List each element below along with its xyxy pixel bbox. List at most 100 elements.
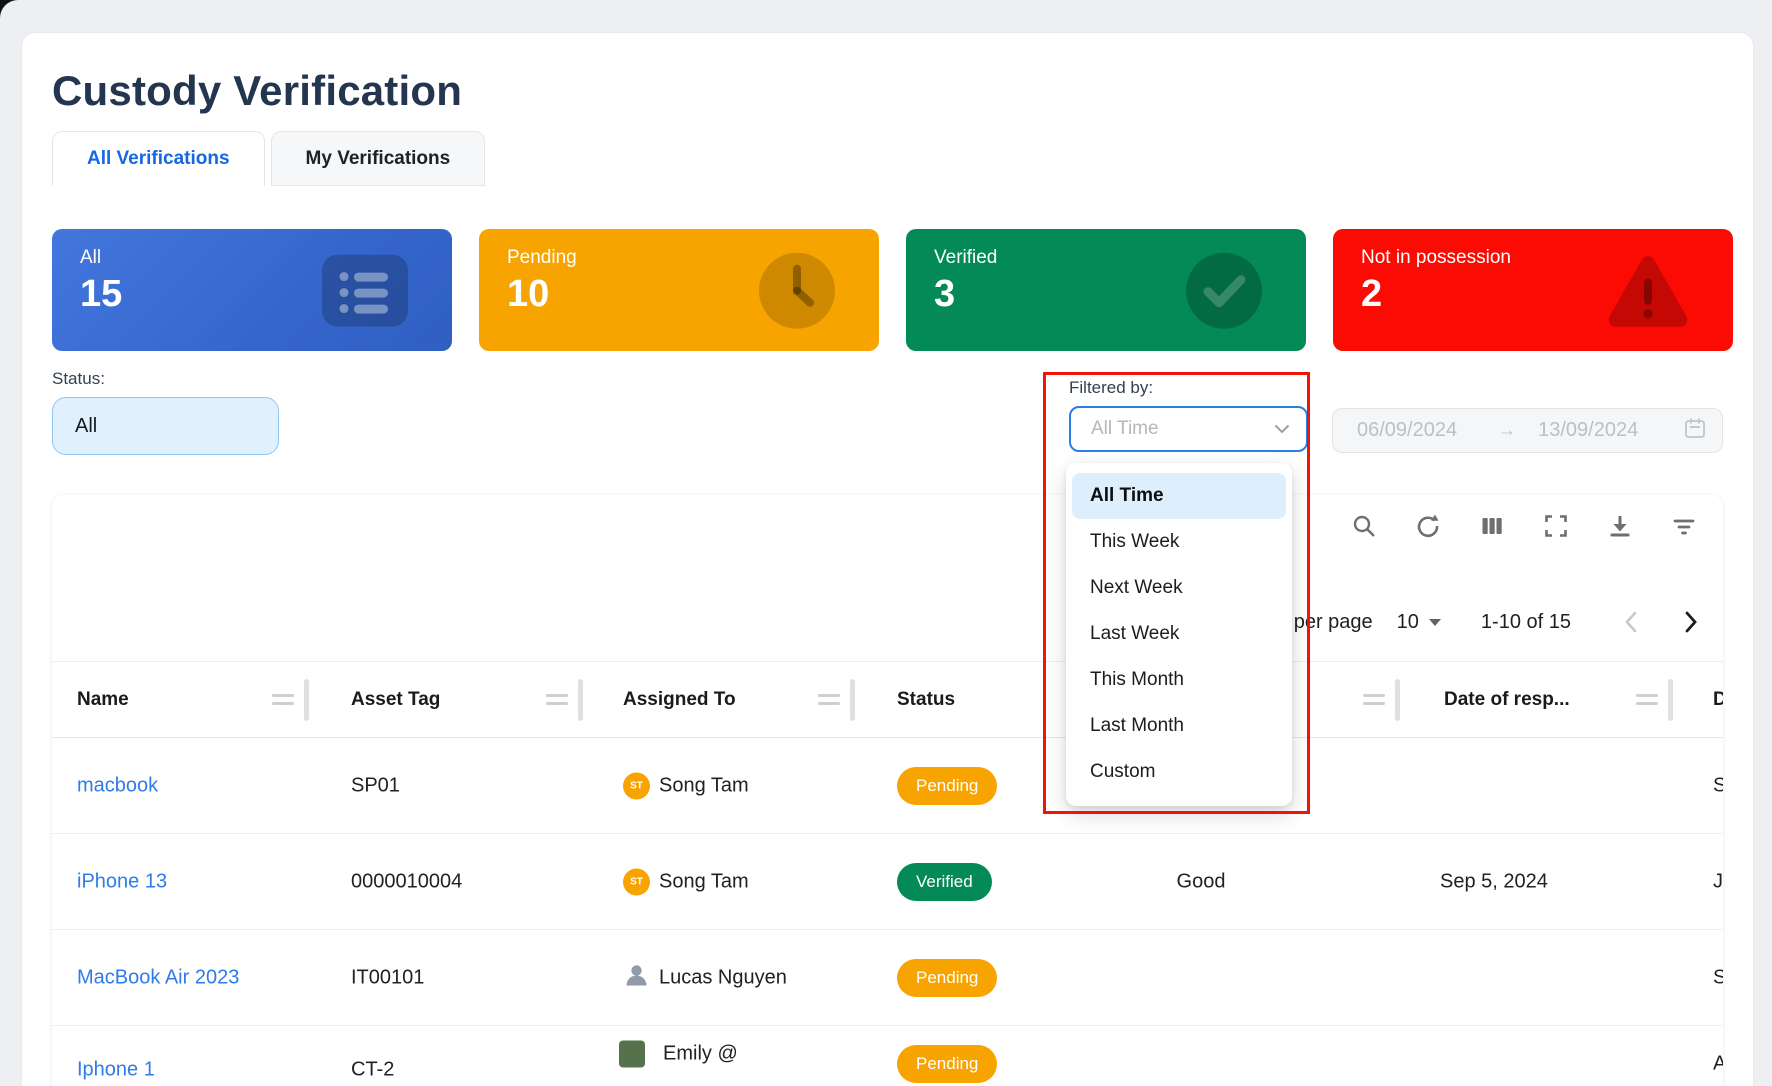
status-filter-label: Status:: [52, 369, 279, 389]
condition-cell: Good: [1141, 870, 1261, 893]
filtered-by-group: Filtered by: All Time: [1069, 378, 1308, 452]
asset-name-link[interactable]: macbook: [77, 774, 158, 797]
app-page: Custody Verification All Verifications M…: [0, 0, 1772, 1086]
status-select-value: All: [75, 415, 97, 438]
menu-item-this-week[interactable]: This Week: [1066, 519, 1292, 565]
caret-down-icon: [1429, 619, 1441, 626]
next-page-chevron[interactable]: [1683, 610, 1699, 634]
calendar-icon: [1684, 417, 1706, 445]
asset-tag-cell: IT00101: [351, 966, 424, 989]
column-resize-handle[interactable]: [272, 679, 309, 721]
assigned-to-cell: Song Tam: [659, 870, 749, 893]
avatar-photo: [619, 1041, 645, 1068]
menu-item-last-month[interactable]: Last Month: [1066, 703, 1292, 749]
status-select[interactable]: All: [52, 397, 279, 455]
right-arrow-icon: →: [1497, 420, 1516, 442]
assigned-to-cell: Lucas Nguyen: [659, 966, 787, 989]
clipped-cell: S: [1713, 774, 1723, 797]
column-header-status: Status: [897, 689, 955, 711]
asset-tag-cell: 0000010004: [351, 870, 462, 893]
stat-card-label: All: [80, 247, 101, 269]
date-of-resp-cell: Sep 5, 2024: [1440, 870, 1548, 893]
search-icon[interactable]: [1351, 513, 1377, 539]
filtered-by-select-value: All Time: [1091, 418, 1159, 440]
pagination-bar: Rows per page 10 1-10 of 15: [1238, 597, 1699, 647]
menu-item-this-month[interactable]: This Month: [1066, 657, 1292, 703]
stat-card-pending[interactable]: Pending 10: [479, 229, 879, 351]
status-badge: Pending: [897, 767, 997, 805]
column-header-assigned-to: Assigned To: [623, 689, 736, 711]
avatar: ST: [623, 772, 650, 799]
filter-icon[interactable]: [1671, 513, 1697, 539]
date-start-value: 06/09/2024: [1357, 419, 1457, 442]
page-size-select[interactable]: 10: [1397, 611, 1441, 634]
stat-card-value: 10: [507, 273, 549, 316]
clipped-cell: J: [1713, 870, 1723, 893]
clipped-cell: A: [1713, 1053, 1723, 1076]
column-resize-handle[interactable]: [1636, 679, 1673, 721]
assigned-to-cell: Emily @: [663, 1043, 738, 1066]
status-badge: Verified: [897, 863, 992, 901]
tab-my-verifications[interactable]: My Verifications: [271, 131, 486, 186]
column-header-name: Name: [77, 689, 129, 711]
asset-tag-cell: CT-2: [351, 1059, 394, 1082]
menu-item-next-week[interactable]: Next Week: [1066, 565, 1292, 611]
refresh-icon[interactable]: [1415, 513, 1441, 539]
assigned-to-cell: Song Tam: [659, 774, 749, 797]
asset-name-link[interactable]: Iphone 1: [77, 1059, 155, 1082]
chevron-down-icon: [1274, 418, 1290, 440]
person-icon: [623, 961, 650, 994]
filtered-by-select[interactable]: All Time: [1069, 406, 1308, 452]
column-header-date-of-resp: Date of resp...: [1444, 689, 1570, 711]
status-badge: Pending: [897, 959, 997, 997]
asset-tag-cell: SP01: [351, 774, 400, 797]
stat-card-verified[interactable]: Verified 3: [906, 229, 1306, 351]
filtered-by-dropdown-menu: All Time This Week Next Week Last Week T…: [1066, 463, 1292, 806]
tab-label: All Verifications: [87, 148, 230, 170]
stat-card-value: 3: [934, 273, 955, 316]
asset-name-link[interactable]: MacBook Air 2023: [77, 966, 239, 989]
verifications-table-card: Rows per page 10 1-10 of 15 Name Asset T…: [52, 495, 1723, 1086]
column-header-clipped: D: [1713, 689, 1723, 711]
column-resize-handle[interactable]: [1363, 679, 1400, 721]
check-circle-icon: [1186, 253, 1262, 334]
page-title: Custody Verification: [52, 67, 462, 115]
column-resize-handle[interactable]: [546, 679, 583, 721]
date-range-input[interactable]: 06/09/2024 → 13/09/2024: [1332, 408, 1723, 453]
stat-card-not-in-possession[interactable]: Not in possession 2: [1333, 229, 1733, 351]
clock-icon: [759, 253, 835, 334]
previous-page-chevron[interactable]: [1623, 610, 1639, 634]
column-header-asset-tag: Asset Tag: [351, 689, 440, 711]
download-icon[interactable]: [1607, 513, 1633, 539]
clipped-cell: S: [1713, 966, 1723, 989]
list-icon: [322, 255, 408, 332]
table-row: iPhone 13 0000010004 ST Song Tam Verifie…: [52, 834, 1723, 930]
tab-label: My Verifications: [306, 148, 451, 170]
table-toolbar: [1351, 513, 1697, 539]
table-header: Name Asset Tag Assigned To Status Date o…: [52, 661, 1723, 738]
columns-icon[interactable]: [1479, 513, 1505, 539]
table-row: macbook SP01 ST Song Tam Pending S: [52, 738, 1723, 834]
menu-item-last-week[interactable]: Last Week: [1066, 611, 1292, 657]
warning-triangle-icon: [1607, 254, 1689, 333]
column-resize-handle[interactable]: [818, 679, 855, 721]
asset-name-link[interactable]: iPhone 13: [77, 870, 167, 893]
stat-card-label: Pending: [507, 247, 577, 269]
menu-item-all-time[interactable]: All Time: [1072, 473, 1286, 519]
menu-item-custom[interactable]: Custom: [1066, 749, 1292, 795]
filtered-by-label: Filtered by:: [1069, 378, 1308, 398]
stat-card-label: Not in possession: [1361, 247, 1511, 269]
stat-card-value: 15: [80, 273, 122, 316]
table-row: Iphone 1 CT-2 Emily @ Pending A: [52, 1026, 1723, 1086]
fullscreen-icon[interactable]: [1543, 513, 1569, 539]
stat-card-all[interactable]: All 15: [52, 229, 452, 351]
page-size-value: 10: [1397, 611, 1419, 634]
table-row: MacBook Air 2023 IT00101 Lucas Nguyen Pe…: [52, 930, 1723, 1026]
stat-card-label: Verified: [934, 247, 997, 269]
stat-card-value: 2: [1361, 273, 1382, 316]
content-window: Custody Verification All Verifications M…: [21, 32, 1754, 1086]
avatar: ST: [623, 868, 650, 895]
status-filter-group: Status: All: [52, 369, 279, 455]
stat-cards: All 15 Pending 10: [52, 229, 1733, 351]
tab-all-verifications[interactable]: All Verifications: [52, 131, 265, 186]
